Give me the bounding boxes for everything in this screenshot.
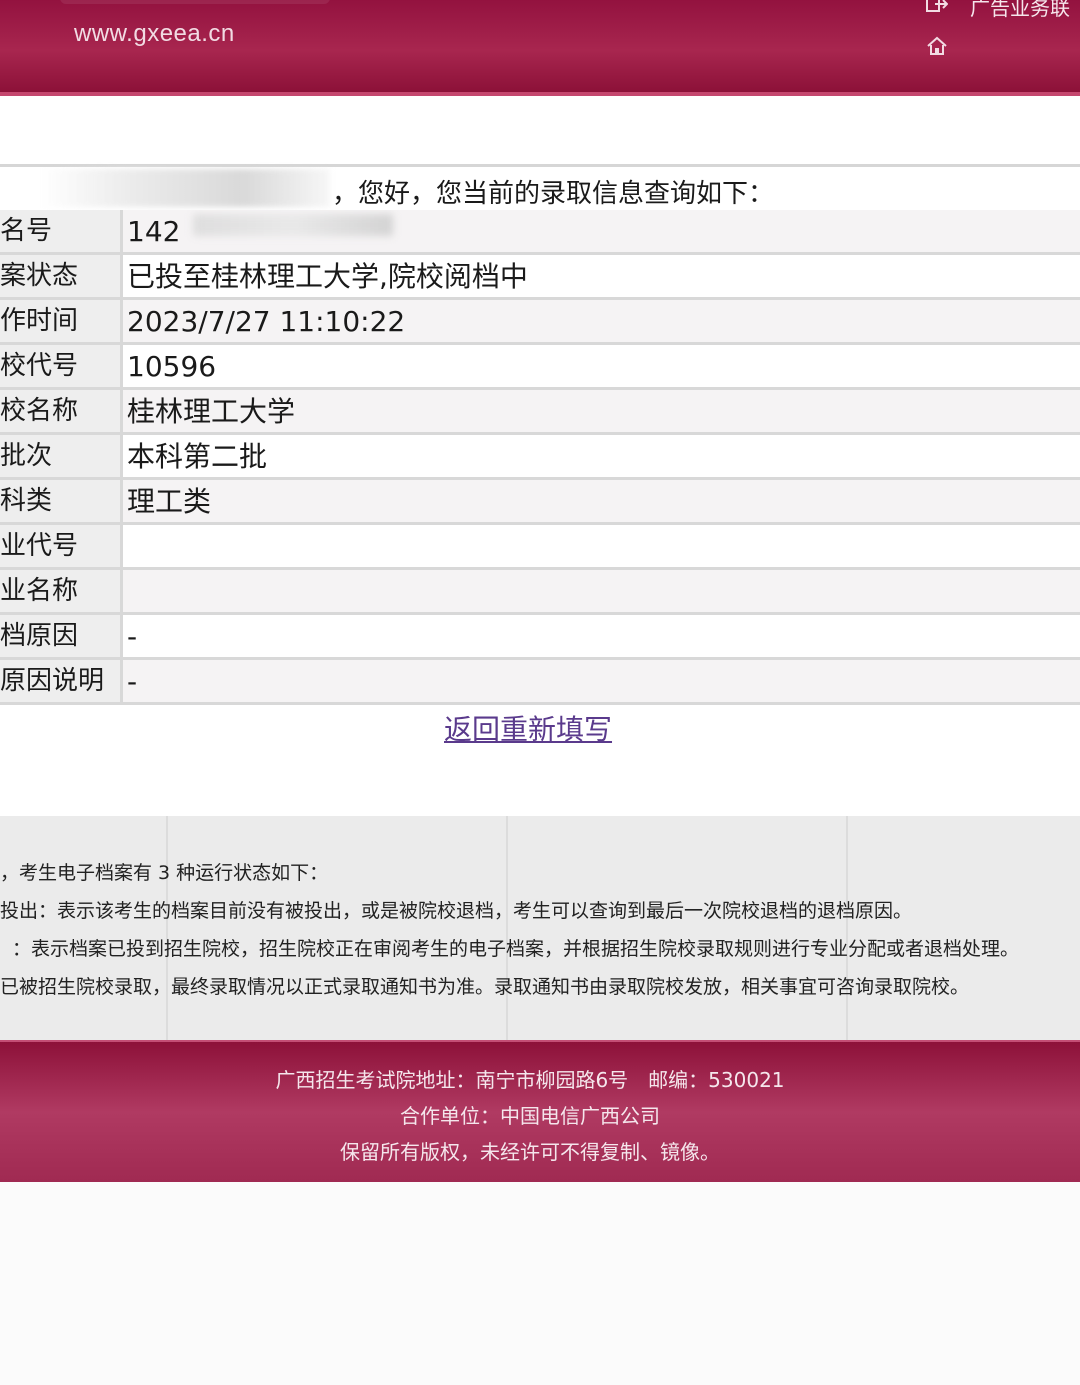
return-refill-link[interactable]: 返回重新填写: [444, 708, 612, 748]
info-value: 142: [123, 210, 1080, 252]
info-value: 理工类: [123, 480, 1080, 522]
divider: [506, 816, 508, 1040]
info-value: 10596: [127, 350, 217, 383]
info-row-reason-description: 原因说明 -: [0, 660, 1080, 705]
info-label: 案状态: [0, 255, 123, 297]
info-row-school-name: 校名称 桂林理工大学: [0, 390, 1080, 435]
info-label: 名号: [0, 210, 123, 252]
info-row-exam-number: 名号 142: [0, 210, 1080, 255]
info-label: 作时间: [0, 300, 123, 342]
blurred-name: [40, 169, 330, 207]
note-not-submitted: 投出：表示该考生的档案目前没有被投出，或是被院校退档，考生可以查询到最后一次院校…: [0, 900, 913, 922]
info-label: 业名称: [0, 570, 123, 612]
logout-icon[interactable]: [926, 0, 948, 14]
divider: [166, 816, 168, 1040]
site-logo: [60, 0, 330, 4]
site-url: www.gxeea.cn: [74, 20, 235, 47]
info-value: -: [123, 660, 1080, 702]
info-row-withdraw-reason: 档原因 -: [0, 615, 1080, 660]
site-footer: 广西招生考试院地址：南宁市柳园路6号 邮编：530021 合作单位：中国电信广西…: [0, 1040, 1080, 1182]
info-row-operation-time: 作时间 2023/7/27 11:10:22: [0, 300, 1080, 345]
info-value: 2023/7/27 11:10:22: [123, 300, 1080, 342]
info-label: 原因说明: [0, 660, 123, 702]
admission-info-table: 名号 142 案状态 已投至桂林理工大学,院校阅档中 作时间 2023/7/27…: [0, 210, 1080, 708]
info-row-major-name: 业名称: [0, 570, 1080, 615]
info-row-file-status: 案状态 已投至桂林理工大学,院校阅档中: [0, 255, 1080, 300]
info-label: 校名称: [0, 390, 123, 432]
greeting-text: ，您好，您当前的录取信息查询如下：: [332, 179, 775, 209]
divider: [846, 816, 848, 1040]
info-label: 科类: [0, 480, 123, 522]
info-label: 档原因: [0, 615, 123, 657]
info-value: -: [127, 620, 138, 653]
info-row-category: 科类 理工类: [0, 480, 1080, 525]
exam-number-value: 142: [127, 215, 181, 248]
blurred-exam-number: [193, 214, 393, 236]
info-value: 本科第二批: [127, 440, 268, 473]
home-icon[interactable]: [926, 36, 948, 56]
note-admitted: 已被招生院校录取，最终录取情况以正式录取通知书为准。录取通知书由录取院校发放，相…: [0, 976, 970, 998]
footer-copyright: 保留所有版权，未经许可不得复制、镜像。: [340, 1140, 720, 1164]
footer-partner: 合作单位：中国电信广西公司: [400, 1104, 660, 1128]
note-reviewing: ：表示档案已投到招生院校，招生院校正在审阅考生的电子档案，并根据招生院校录取规则…: [12, 938, 1020, 960]
site-header: www.gxeea.cn 广告业务联: [0, 0, 1080, 96]
info-value: [123, 525, 1080, 567]
page-background: [0, 1182, 1080, 1385]
greeting-row: ，您好，您当前的录取信息查询如下：: [0, 164, 1080, 214]
info-label: 校代号: [0, 345, 123, 387]
info-value: 桂林理工大学: [123, 390, 1080, 432]
note-intro: ，考生电子档案有 3 种运行状态如下：: [0, 862, 329, 884]
info-value: 已投至桂林理工大学,院校阅档中: [127, 260, 528, 293]
ad-business-link[interactable]: 广告业务联: [970, 0, 1070, 21]
info-row-school-code: 校代号 10596: [0, 345, 1080, 390]
info-value: [123, 570, 1080, 612]
status-notes-panel: ，考生电子档案有 3 种运行状态如下： 投出：表示该考生的档案目前没有被投出，或…: [0, 816, 1080, 1040]
info-label: 业代号: [0, 525, 123, 567]
info-row-batch: 批次 本科第二批: [0, 435, 1080, 480]
info-row-major-code: 业代号: [0, 525, 1080, 570]
info-label: 批次: [0, 435, 123, 477]
footer-address: 广西招生考试院地址：南宁市柳园路6号 邮编：530021: [275, 1068, 785, 1092]
